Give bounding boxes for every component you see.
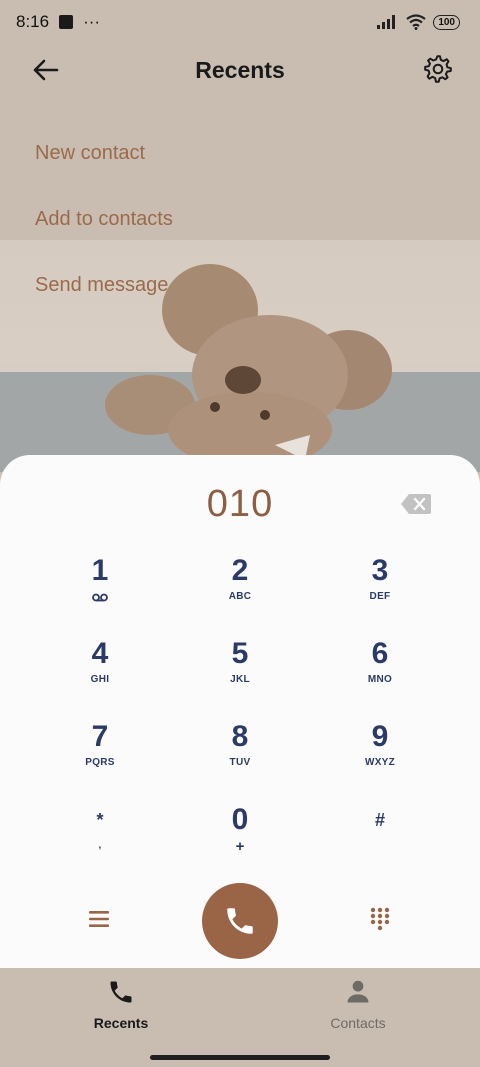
- person-icon: [347, 980, 369, 1003]
- send-message-action[interactable]: Send message: [35, 262, 173, 328]
- battery-indicator: 100: [433, 14, 460, 30]
- key-9[interactable]: 9 WXYZ: [310, 719, 450, 799]
- dialer-actions: [0, 883, 480, 959]
- key-6[interactable]: 6 MNO: [310, 636, 450, 716]
- key-8[interactable]: 8 TUV: [170, 719, 310, 799]
- wifi-icon: [406, 14, 426, 30]
- key-2[interactable]: 2 ABC: [170, 553, 310, 633]
- action-menu: New contact Add to contacts Send message: [35, 130, 173, 328]
- bottom-navigation: Recents Contacts: [0, 968, 480, 1067]
- app-header: Recents: [0, 44, 480, 96]
- phone-icon: [110, 981, 132, 1003]
- dialer-sheet: 010 1 2 ABC 3 DEF 4 GHI 5 JKL 6 MNO 7 PQ…: [0, 455, 480, 968]
- new-contact-action[interactable]: New contact: [35, 130, 173, 196]
- key-4[interactable]: 4 GHI: [30, 636, 170, 716]
- phone-icon: [227, 908, 253, 934]
- key-0[interactable]: 0 +: [170, 802, 310, 882]
- nav-contacts[interactable]: Contacts: [298, 978, 418, 1031]
- back-arrow-icon[interactable]: [30, 56, 60, 84]
- add-to-contacts-action[interactable]: Add to contacts: [35, 196, 173, 262]
- key-7[interactable]: 7 PQRS: [30, 719, 170, 799]
- key-3[interactable]: 3 DEF: [310, 553, 450, 633]
- key-1[interactable]: 1: [30, 553, 170, 633]
- key-hash[interactable]: #: [310, 802, 450, 882]
- more-notifications-icon: ···: [83, 12, 101, 31]
- page-title: Recents: [195, 56, 285, 83]
- call-button[interactable]: [202, 883, 278, 959]
- nav-contacts-label: Contacts: [330, 1015, 386, 1031]
- voicemail-icon: [92, 593, 108, 602]
- backspace-icon[interactable]: [400, 493, 432, 515]
- status-time: 8:16: [16, 12, 50, 31]
- key-5[interactable]: 5 JKL: [170, 636, 310, 716]
- notification-icon: [59, 15, 74, 29]
- status-bar: 8:16 ··· 100: [0, 0, 480, 44]
- dialpad-icon[interactable]: [370, 907, 390, 931]
- menu-icon[interactable]: [88, 909, 110, 929]
- key-star[interactable]: * ,: [30, 802, 170, 882]
- nav-recents-label: Recents: [93, 1015, 149, 1031]
- nav-recents[interactable]: Recents: [61, 978, 181, 1031]
- signal-icon: [377, 15, 396, 29]
- home-indicator[interactable]: [150, 1055, 330, 1060]
- gear-icon[interactable]: [424, 55, 452, 83]
